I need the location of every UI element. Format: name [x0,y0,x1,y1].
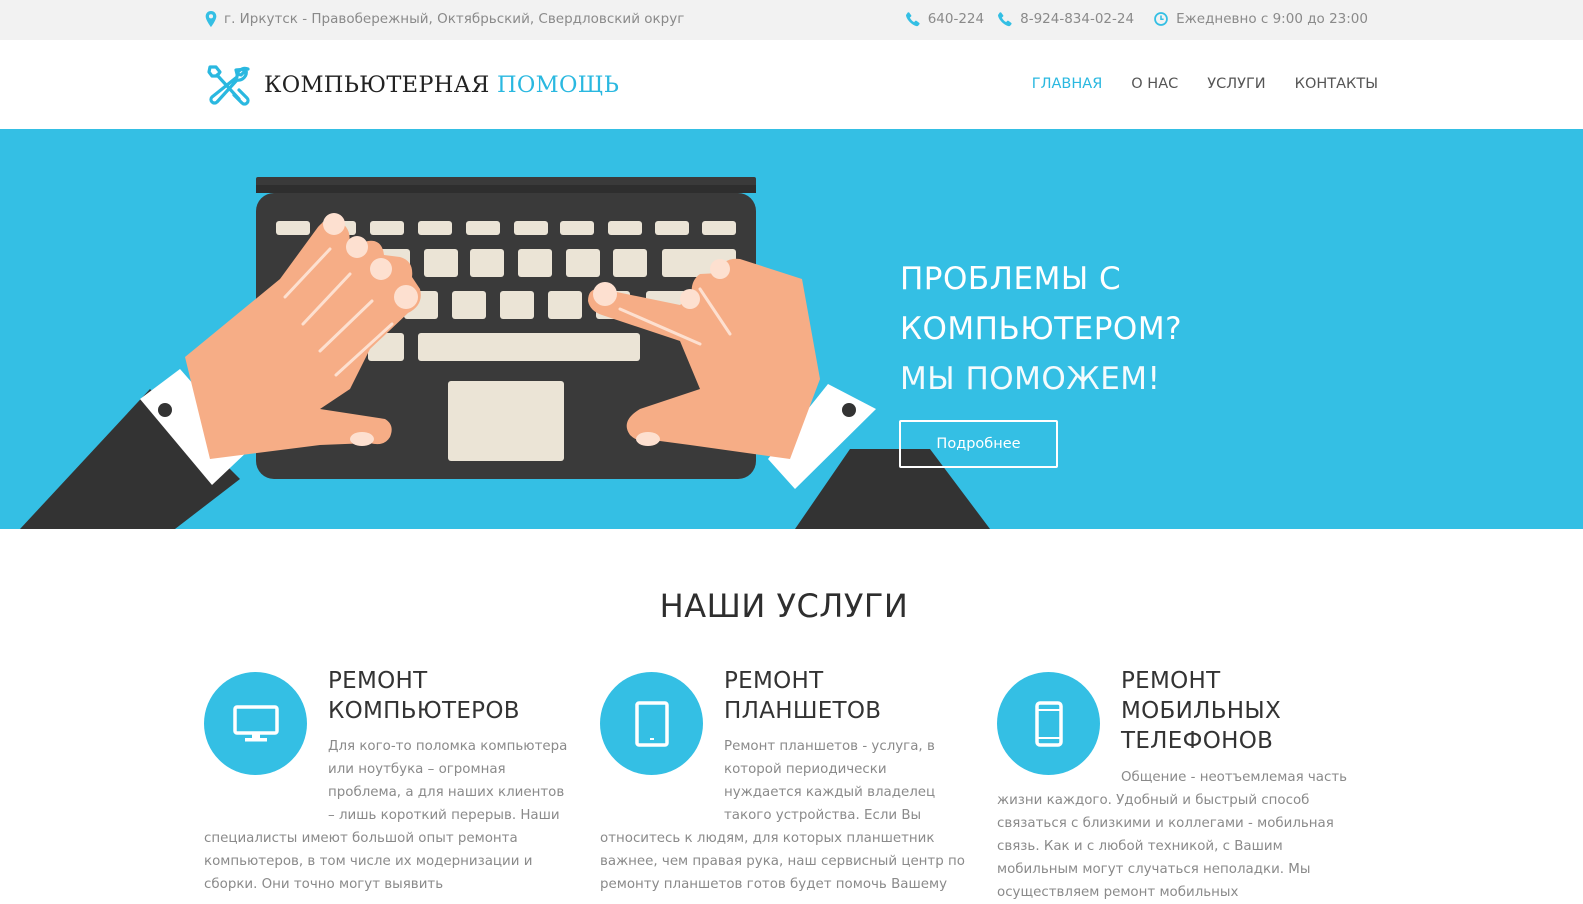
logo[interactable]: КОМПЬЮТЕРНАЯ ПОМОЩЬ [204,63,619,107]
main-nav: ГЛАВНАЯ О НАС УСЛУГИ КОНТАКТЫ [1032,76,1378,92]
services-title: НАШИ УСЛУГИ [659,587,909,625]
service-title-line2: КОМПЬЮТЕРОВ [328,698,520,724]
logo-text-accent: ПОМОЩЬ [497,72,620,98]
service-title: РЕМОНТ МОБИЛЬНЫХ ТЕЛЕФОНОВ [1121,666,1281,756]
service-text-wrap: Для кого-то поломка компьютера или ноутб… [204,735,574,896]
service-title-line3: ТЕЛЕФОНОВ [1121,728,1274,754]
map-marker-icon [205,11,217,27]
site-header: КОМПЬЮТЕРНАЯ ПОМОЩЬ ГЛАВНАЯ О НАС УСЛУГИ… [0,40,1583,129]
phone-icon [905,12,920,27]
service-text-wrap: Общение - неотъемлемая часть жизни каждо… [997,766,1363,904]
logo-text-main: КОМПЬЮТЕРНАЯ [264,72,490,98]
nav-item-contacts[interactable]: КОНТАКТЫ [1295,76,1378,92]
hero-headline: ПРОБЛЕМЫ С КОМПЬЮТЕРОМ? МЫ ПОМОЖЕМ! [900,254,1182,404]
service-title-line1: РЕМОНТ [724,668,824,694]
hero-headline-line1: ПРОБЛЕМЫ С [900,261,1122,297]
phone-1-text: 640-224 [927,11,985,27]
service-title: РЕМОНТ КОМПЬЮТЕРОВ [328,666,520,726]
more-button[interactable]: Подробнее [899,420,1058,468]
clock-icon [1154,12,1168,26]
working-hours-text: Ежедневно с 9:00 до 23:00 [1176,11,1368,27]
phone-icon [998,12,1012,27]
address-text: г. Иркутск - Правобережный, Октябрьский,… [224,11,685,27]
mobile-phone-icon [1034,700,1063,747]
nav-item-home[interactable]: ГЛАВНАЯ [1032,76,1103,92]
service-text-wrap: Ремонт планшетов - услуга, в которой пер… [600,735,966,896]
working-hours: Ежедневно с 9:00 до 23:00 [1154,11,1368,27]
service-title-line2: МОБИЛЬНЫХ [1121,698,1282,724]
laptop-hands-illustration [20,177,990,529]
nav-item-about[interactable]: О НАС [1131,76,1178,92]
contacts: 640-224 8-924-834-02-24 Ежедневно с 9:00… [892,11,1368,27]
address: г. Иркутск - Правобережный, Октябрьский,… [204,11,684,27]
hero-headline-line2: КОМПЬЮТЕРОМ? [900,311,1183,347]
phone-2-text: 8-924-834-02-24 [1020,11,1135,27]
tools-icon [207,65,250,106]
service-icon-circle[interactable] [997,672,1100,775]
service-title: РЕМОНТ ПЛАНШЕТОВ [724,666,881,726]
hero-banner: ПРОБЛЕМЫ С КОМПЬЮТЕРОМ? МЫ ПОМОЖЕМ! Подр… [0,129,1583,529]
service-title-line2: ПЛАНШЕТОВ [724,698,882,724]
logo-text: КОМПЬЮТЕРНАЯ ПОМОЩЬ [264,72,619,98]
hero-headline-line3: МЫ ПОМОЖЕМ! [900,361,1161,397]
service-title-line1: РЕМОНТ [328,668,428,694]
phone-1[interactable]: 640-224 [905,11,985,27]
phone-2[interactable]: 8-924-834-02-24 [998,11,1134,27]
service-text: Общение - неотъемлемая часть жизни каждо… [997,770,1348,900]
top-info-bar: г. Иркутск - Правобережный, Октябрьский,… [0,0,1583,40]
service-title-line1: РЕМОНТ [1121,668,1221,694]
nav-item-services[interactable]: УСЛУГИ [1207,76,1265,92]
